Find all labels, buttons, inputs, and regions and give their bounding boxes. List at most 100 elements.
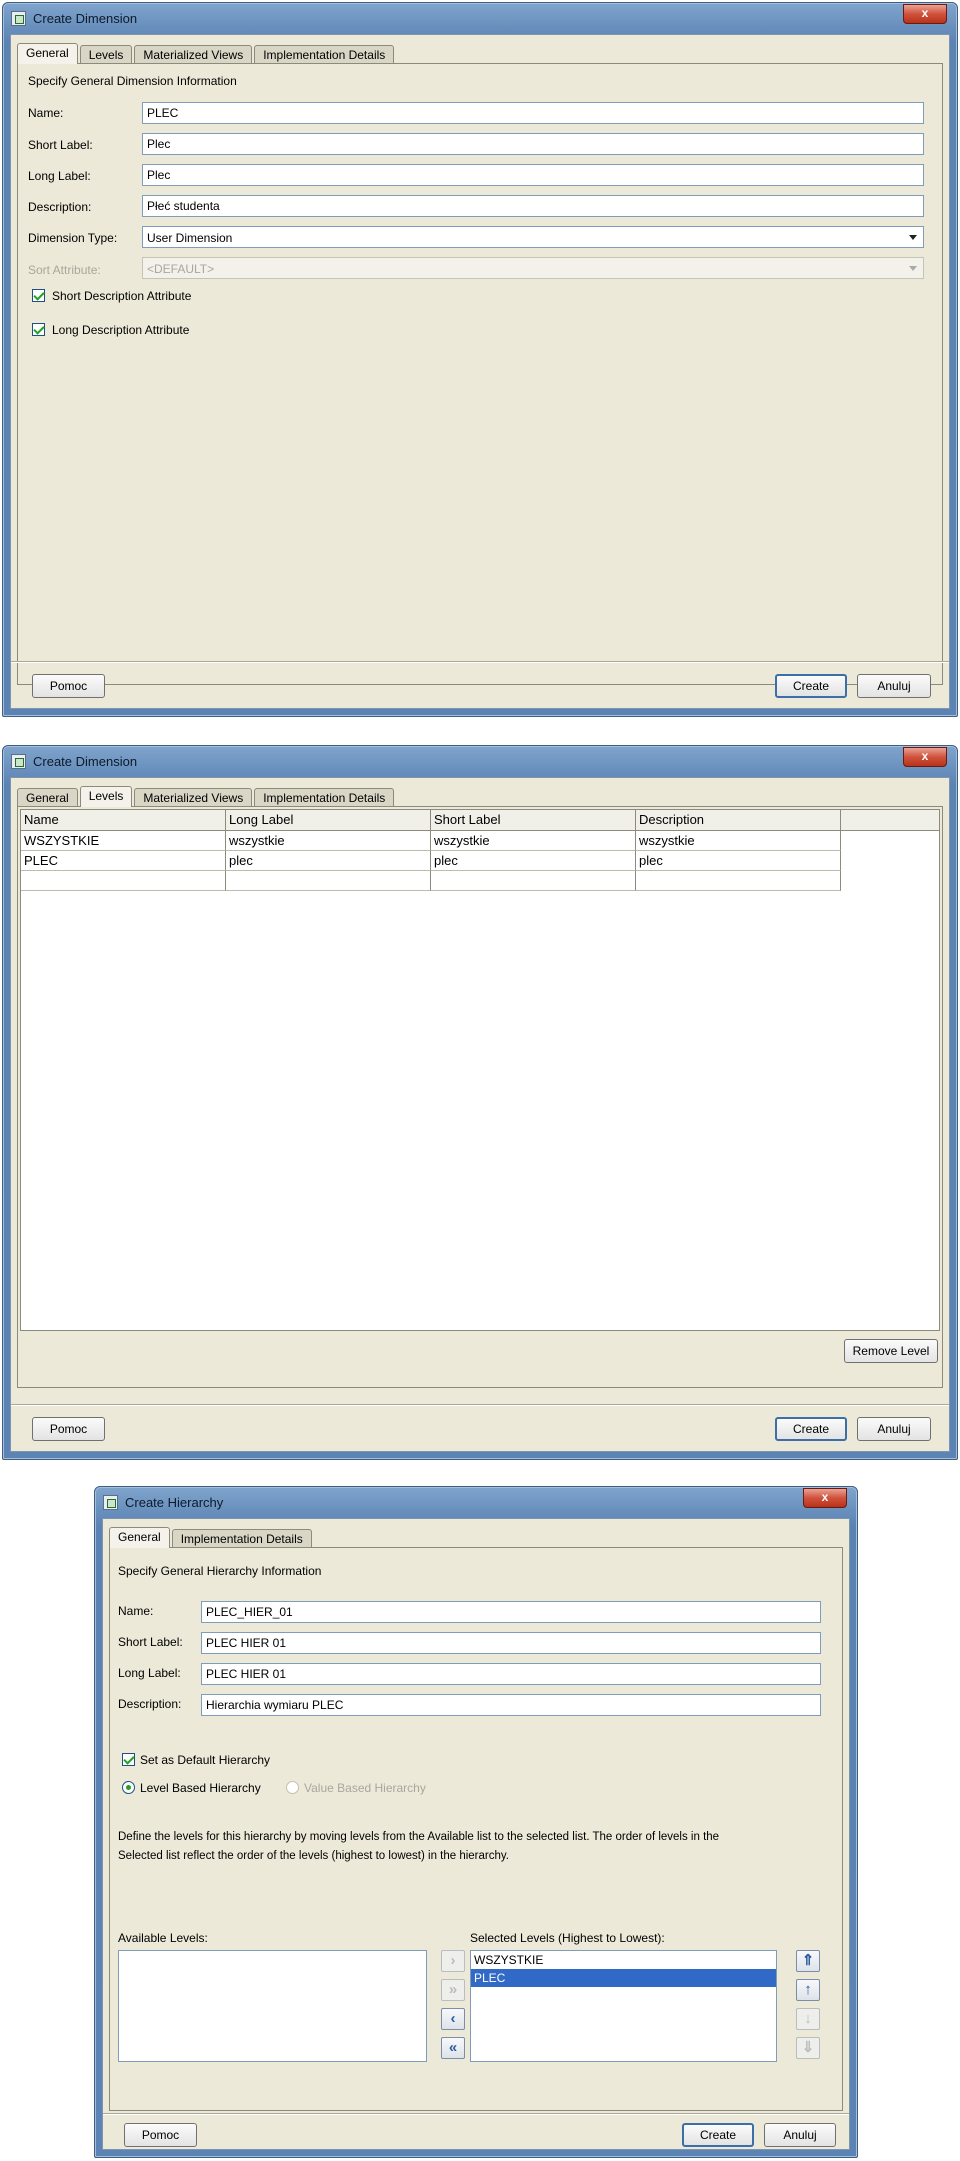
long-label-label: Long Label: xyxy=(28,169,91,183)
cell-name[interactable]: PLEC xyxy=(21,851,226,871)
title-bar[interactable]: Create Dimension x xyxy=(3,3,957,33)
move-bottom-icon[interactable]: ⇓ xyxy=(796,2037,820,2059)
description-input[interactable]: Płeć studenta xyxy=(142,195,924,217)
tab-general[interactable]: General xyxy=(17,788,78,807)
cell-name[interactable]: WSZYSTKIE xyxy=(21,831,226,851)
dialog-client: General Levels Materialized Views Implem… xyxy=(10,34,950,709)
move-left-icon[interactable]: ‹ xyxy=(441,2008,465,2030)
remove-level-button[interactable]: Remove Level xyxy=(844,1339,938,1363)
app-icon xyxy=(11,754,26,769)
tab-strip: General Levels Materialized Views Implem… xyxy=(17,43,396,64)
column-header-description[interactable]: Description xyxy=(636,810,841,830)
footer-divider xyxy=(11,661,949,663)
move-all-left-icon[interactable]: « xyxy=(441,2037,465,2059)
help-button[interactable]: Pomoc xyxy=(32,674,105,698)
create-button[interactable]: Create xyxy=(682,2123,754,2147)
description-input[interactable]: Hierarchia wymiaru PLEC xyxy=(201,1694,821,1716)
tab-implementation-details[interactable]: Implementation Details xyxy=(171,1529,312,1548)
create-button[interactable]: Create xyxy=(775,674,847,698)
close-button[interactable]: x xyxy=(903,4,947,24)
column-header-name[interactable]: Name xyxy=(21,810,226,830)
tab-levels[interactable]: Levels xyxy=(79,45,133,64)
sort-attribute-select[interactable]: <DEFAULT> xyxy=(142,257,924,279)
long-label-input[interactable]: PLEC HIER 01 xyxy=(201,1663,821,1685)
move-top-icon[interactable]: ⇑ xyxy=(796,1950,820,1972)
name-input[interactable]: PLEC_HIER_01 xyxy=(201,1601,821,1623)
instructions-line-2: Selected list reflect the order of the l… xyxy=(118,1850,509,1862)
description-label: Description: xyxy=(28,200,92,214)
move-up-icon[interactable]: ↑ xyxy=(796,1979,820,2001)
move-down-icon[interactable]: ↓ xyxy=(796,2008,820,2030)
app-icon xyxy=(103,1495,118,1510)
create-dimension-dialog-general: Create Dimension x General Levels Materi… xyxy=(2,2,958,717)
window-title: Create Hierarchy xyxy=(125,1495,224,1510)
cell-description[interactable]: plec xyxy=(636,851,841,871)
footer-divider xyxy=(103,2113,849,2115)
window-title: Create Dimension xyxy=(33,11,138,26)
value-based-radio[interactable] xyxy=(286,1781,299,1794)
app-icon xyxy=(11,11,26,26)
table-header: Name Long Label Short Label Description xyxy=(21,810,939,831)
cell-short-label[interactable]: wszystkie xyxy=(431,831,636,851)
dimension-type-label: Dimension Type: xyxy=(28,231,118,245)
window-title: Create Dimension xyxy=(33,754,138,769)
short-label-input[interactable]: Plec xyxy=(142,133,924,155)
long-description-label: Long Description Attribute xyxy=(52,323,190,337)
levels-table[interactable]: Name Long Label Short Label Description … xyxy=(20,809,940,1331)
cell-short-label[interactable]: plec xyxy=(431,851,636,871)
cell-long-label[interactable]: plec xyxy=(226,851,431,871)
column-header-long-label[interactable]: Long Label xyxy=(226,810,431,830)
list-item[interactable]: WSZYSTKIE xyxy=(471,1951,776,1969)
dialog-client: General Implementation Details Specify G… xyxy=(102,1518,850,2150)
create-button[interactable]: Create xyxy=(775,1417,847,1441)
short-label-label: Short Label: xyxy=(28,138,93,152)
cell-description[interactable]: wszystkie xyxy=(636,831,841,851)
tab-materialized-views[interactable]: Materialized Views xyxy=(134,45,253,64)
instructions-line-1: Define the levels for this hierarchy by … xyxy=(118,1831,720,1843)
tab-levels[interactable]: Levels xyxy=(79,786,133,807)
levels-panel: Name Long Label Short Label Description … xyxy=(17,806,943,1388)
long-description-checkbox[interactable] xyxy=(32,323,45,336)
help-button[interactable]: Pomoc xyxy=(32,1417,105,1441)
long-label-input[interactable]: Plec xyxy=(142,164,924,186)
list-item[interactable]: PLEC xyxy=(471,1969,776,1987)
selected-levels-label: Selected Levels (Highest to Lowest): xyxy=(470,1931,665,1945)
cancel-button[interactable]: Anuluj xyxy=(764,2123,836,2147)
cell-name[interactable] xyxy=(21,871,226,891)
column-header-short-label[interactable]: Short Label xyxy=(431,810,636,830)
default-hierarchy-checkbox[interactable] xyxy=(122,1753,135,1766)
short-label-input[interactable]: PLEC HIER 01 xyxy=(201,1632,821,1654)
create-hierarchy-dialog: Create Hierarchy x General Implementatio… xyxy=(94,1486,858,2158)
cell-long-label[interactable] xyxy=(226,871,431,891)
cancel-button[interactable]: Anuluj xyxy=(857,1417,931,1441)
level-based-label: Level Based Hierarchy xyxy=(140,1781,261,1795)
close-button[interactable]: x xyxy=(903,747,947,767)
cell-short-label[interactable] xyxy=(431,871,636,891)
tab-materialized-views[interactable]: Materialized Views xyxy=(134,788,253,807)
help-button[interactable]: Pomoc xyxy=(124,2123,197,2147)
move-all-right-icon[interactable]: » xyxy=(441,1979,465,2001)
title-bar[interactable]: Create Dimension x xyxy=(3,746,957,776)
tab-implementation-details[interactable]: Implementation Details xyxy=(254,45,395,64)
cancel-button[interactable]: Anuluj xyxy=(857,674,931,698)
selected-levels-list[interactable]: WSZYSTKIE PLEC xyxy=(470,1950,777,2062)
close-button[interactable]: x xyxy=(803,1488,847,1508)
tab-general[interactable]: General xyxy=(17,43,78,64)
move-right-icon[interactable]: › xyxy=(441,1950,465,1972)
tab-implementation-details[interactable]: Implementation Details xyxy=(254,788,395,807)
short-description-checkbox[interactable] xyxy=(32,289,45,302)
title-bar[interactable]: Create Hierarchy x xyxy=(95,1487,857,1517)
tab-general[interactable]: General xyxy=(109,1527,170,1548)
level-based-radio[interactable] xyxy=(122,1781,135,1794)
dimension-type-select[interactable]: User Dimension xyxy=(142,226,924,248)
short-description-label: Short Description Attribute xyxy=(52,289,192,303)
dimension-type-value: User Dimension xyxy=(147,231,233,245)
sort-attribute-label: Sort Attribute: xyxy=(28,263,101,277)
description-label: Description: xyxy=(118,1697,182,1711)
available-levels-list[interactable] xyxy=(118,1950,427,2062)
chevron-down-icon xyxy=(909,266,917,271)
name-input[interactable]: PLEC xyxy=(142,102,924,124)
cell-description[interactable] xyxy=(636,871,841,891)
cell-long-label[interactable]: wszystkie xyxy=(226,831,431,851)
general-panel: Specify General Dimension Information Na… xyxy=(17,63,943,685)
